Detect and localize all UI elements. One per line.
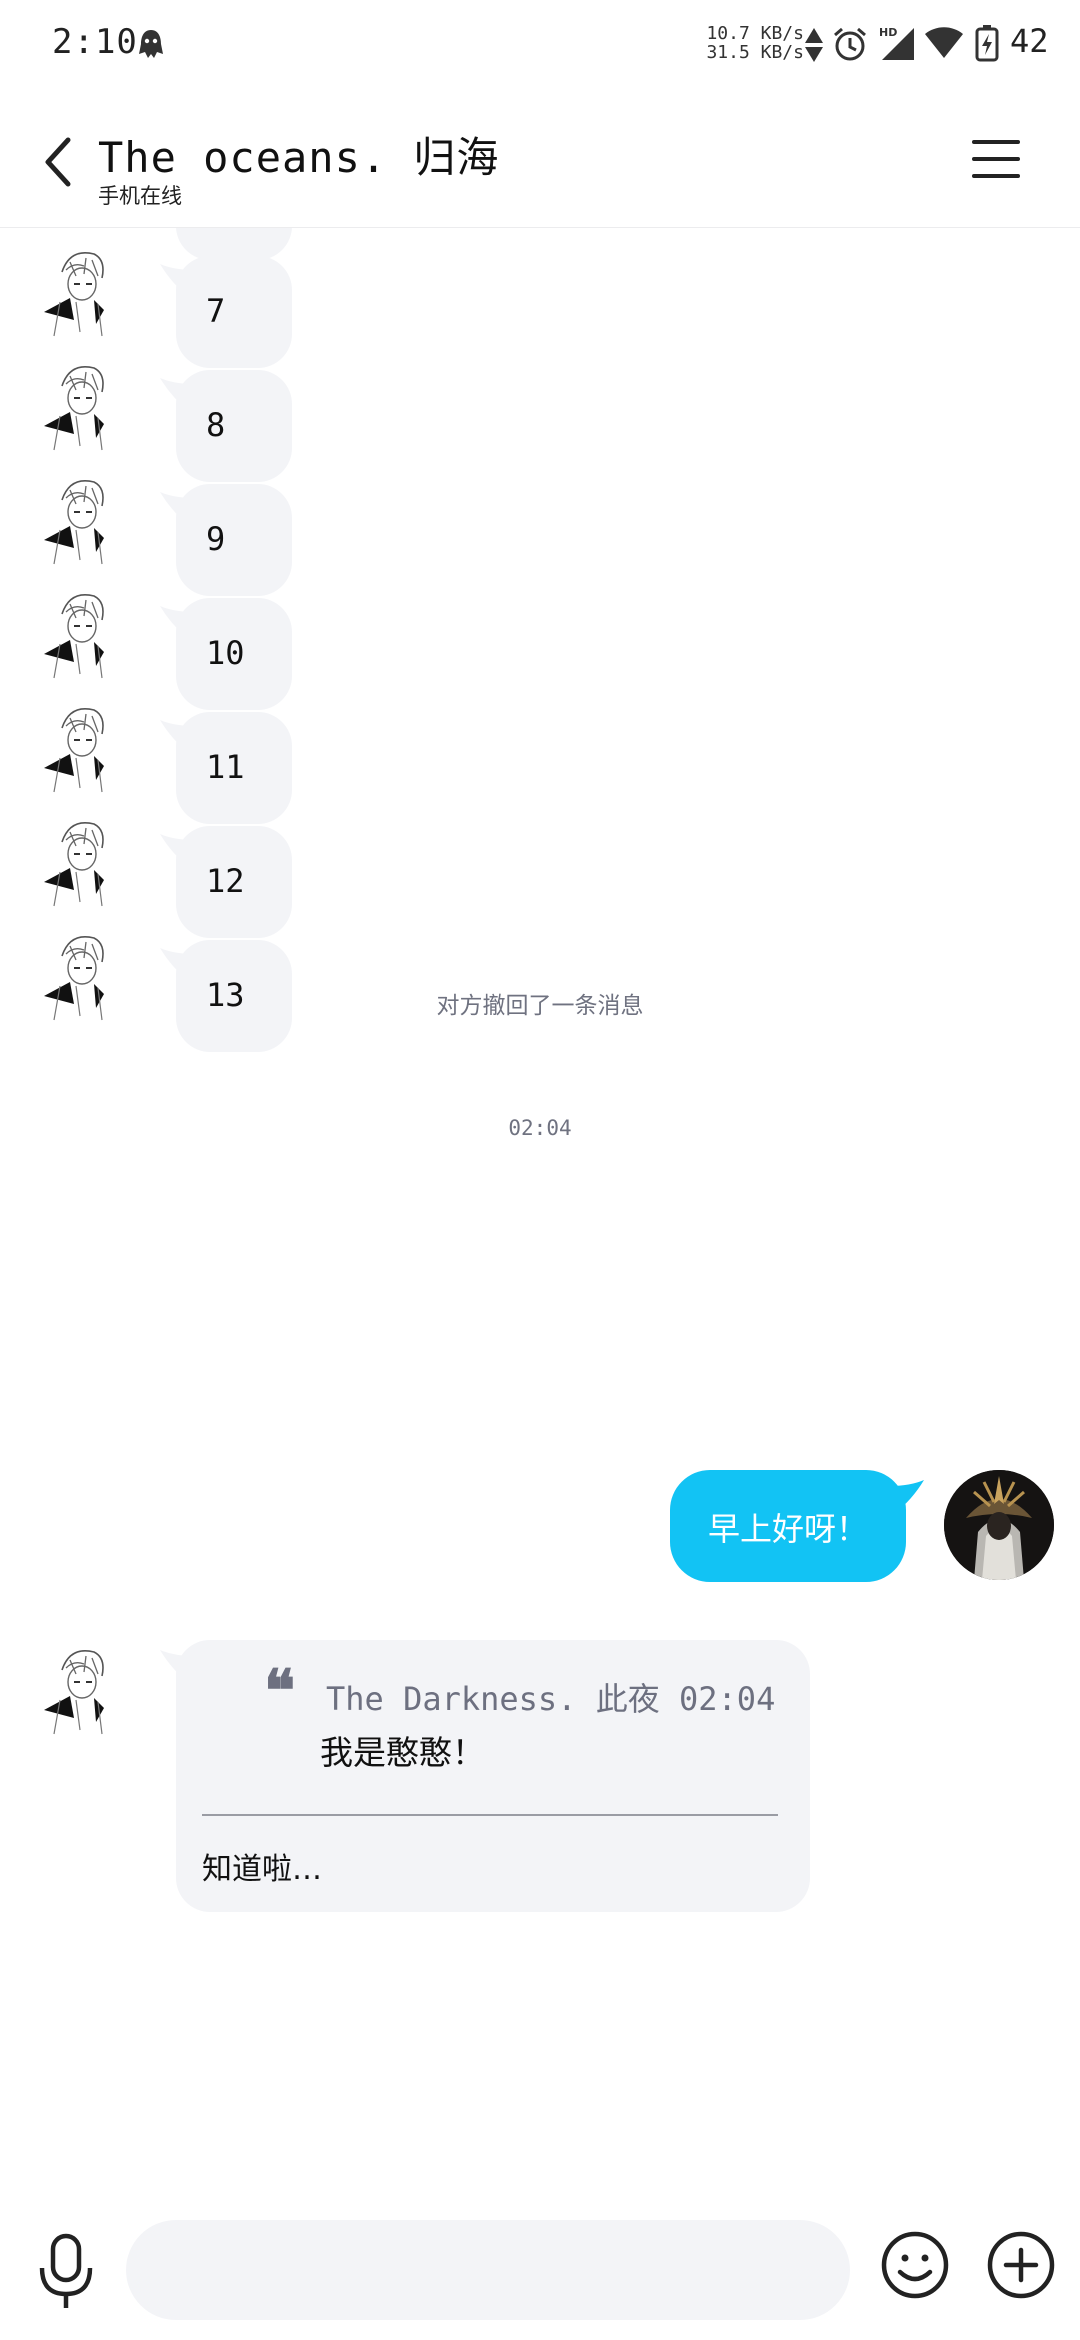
incoming-message-bubble[interactable]: 10 <box>176 598 292 710</box>
chat-title[interactable]: The oceans. 归海 <box>98 124 499 185</box>
network-speed: 10.7 KB/s 31.5 KB/s <box>704 24 804 62</box>
incoming-message-bubble[interactable]: 12 <box>176 826 292 938</box>
contact-avatar[interactable] <box>40 470 120 566</box>
net-speed-up: 31.5 KB/s <box>706 42 804 63</box>
contact-avatar[interactable] <box>40 812 120 908</box>
alarm-icon <box>834 27 866 61</box>
dark-knight-avatar-image <box>944 1470 1054 1580</box>
hamburger-menu-icon[interactable] <box>970 136 1022 182</box>
reply-message-bubble[interactable]: ❝ The Darkness. 此夜 02:04 我是憨憨！ 知道啦… <box>176 1640 810 1912</box>
chevron-left-icon[interactable] <box>40 134 76 190</box>
quote-author: The Darkness. 此夜 <box>326 1680 660 1718</box>
online-status: 手机在线 <box>98 184 182 208</box>
recalled-notice: 对方撤回了一条消息 <box>436 993 644 1019</box>
contact-avatar[interactable] <box>40 698 120 794</box>
status-bar: 2:10 10.7 KB/s 31.5 KB/s HD 42 <box>0 0 1080 90</box>
input-bar <box>0 2208 1080 2340</box>
incoming-message-bubble[interactable]: 11 <box>176 712 292 824</box>
battery-charging-icon <box>975 25 999 62</box>
emoji-icon[interactable] <box>880 2230 950 2300</box>
contact-avatar[interactable] <box>40 242 120 338</box>
outgoing-message-text: 早上好呀！ <box>707 1510 868 1548</box>
quote-divider <box>202 1814 778 1816</box>
quote-header: The Darkness. 此夜 02:04 <box>326 1674 775 1720</box>
quoted-message-text: 我是憨憨！ <box>320 1733 485 1772</box>
status-time: 2:10 <box>52 22 138 62</box>
incoming-message-bubble[interactable]: 8 <box>176 370 292 482</box>
contact-avatar[interactable] <box>40 1640 120 1736</box>
incoming-message-bubble[interactable]: 7 <box>176 256 292 368</box>
network-type-label: HD <box>879 26 897 39</box>
network-activity-icon <box>805 28 823 62</box>
chat-header: The oceans. 归海 手机在线 <box>0 90 1080 228</box>
incoming-message-text: 7 <box>206 292 226 330</box>
incoming-message-text: 12 <box>206 862 245 900</box>
microphone-icon[interactable] <box>36 2232 96 2312</box>
my-avatar[interactable] <box>944 1470 1054 1580</box>
incoming-message-text: 8 <box>206 406 226 444</box>
battery-level: 42 <box>1010 22 1049 60</box>
message-timestamp: 02:04 <box>508 1116 572 1140</box>
hd-signal-icon: HD <box>879 26 914 60</box>
contact-avatar[interactable] <box>40 356 120 452</box>
contact-avatar[interactable] <box>40 584 120 680</box>
incoming-message-bubble[interactable]: 9 <box>176 484 292 596</box>
plus-icon[interactable] <box>986 2230 1056 2300</box>
quote-icon: ❝ <box>264 1657 296 1725</box>
reply-message-text: 知道啦… <box>202 1852 322 1887</box>
bubble-tail <box>890 1480 924 1514</box>
wifi-icon <box>925 27 963 58</box>
quote-time: 02:04 <box>679 1680 776 1718</box>
incoming-message-text: 11 <box>206 748 245 786</box>
incoming-message-text: 9 <box>206 520 226 558</box>
net-speed-down: 10.7 KB/s <box>706 23 804 44</box>
outgoing-message-bubble[interactable]: 早上好呀！ <box>670 1470 906 1582</box>
incoming-message-text: 10 <box>206 634 245 672</box>
app-notification-icon <box>139 30 163 58</box>
message-input[interactable] <box>126 2220 850 2320</box>
